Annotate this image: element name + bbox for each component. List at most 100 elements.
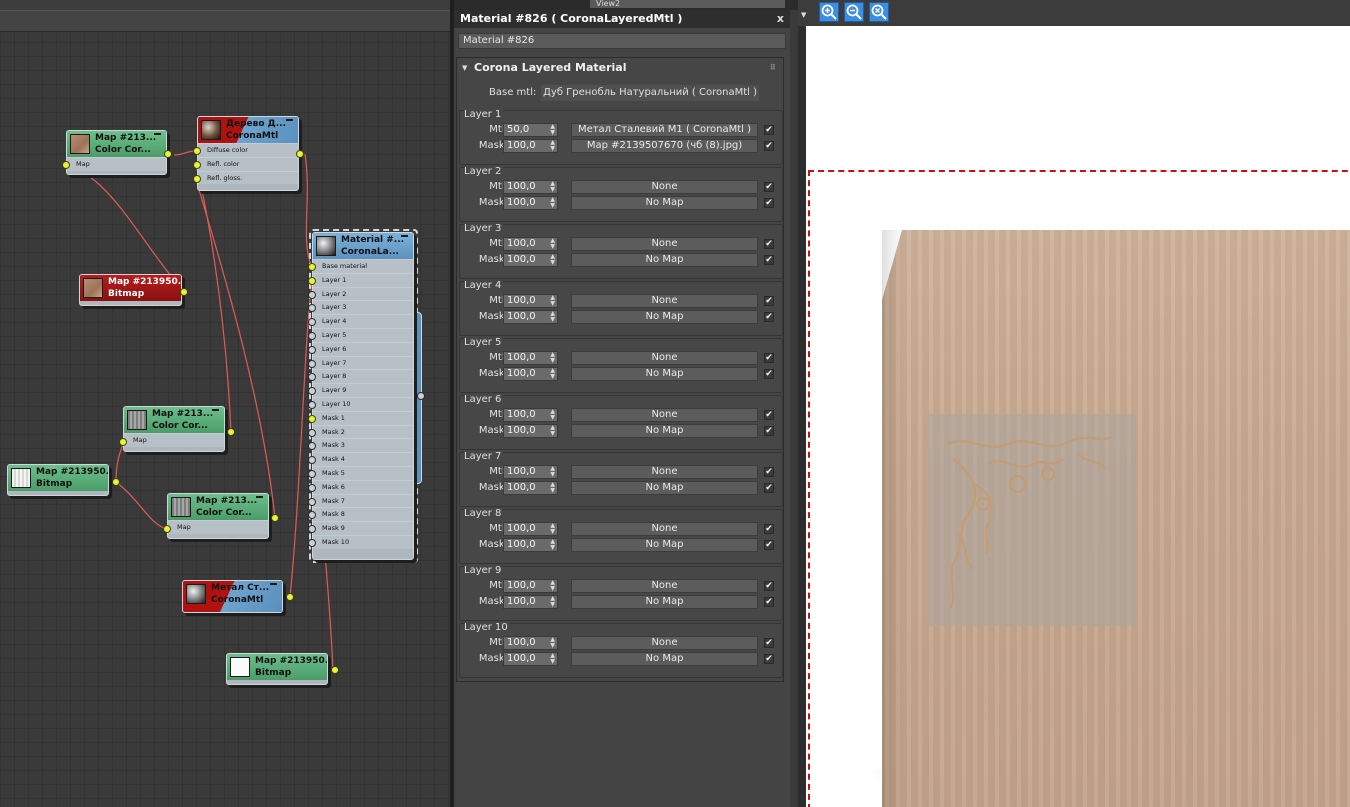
mask-enable-checkbox[interactable]: ✔	[764, 654, 774, 664]
view-tab[interactable]: View2	[590, 0, 785, 8]
base-mtl-button[interactable]: Дерево Дуб Гренобль Натуральний ( Corona…	[541, 85, 759, 101]
spinner-arrows-icon[interactable]: ▲ ▼	[550, 368, 555, 380]
layer-mtl-button[interactable]: None	[571, 408, 758, 422]
layer-mask-button[interactable]: No Map	[571, 424, 758, 438]
slot-mask-9[interactable]: Mask 9	[313, 521, 413, 535]
output-socket[interactable]	[164, 150, 172, 158]
spinner-arrows-icon[interactable]: ▲ ▼	[550, 580, 555, 592]
layer-enable-checkbox[interactable]: ✔	[764, 239, 774, 249]
minimize-icon[interactable]	[270, 583, 277, 585]
input-socket-layer-6[interactable]	[308, 345, 316, 354]
layer-mtl-button[interactable]: None	[571, 351, 758, 365]
spinner-arrows-icon[interactable]: ▲ ▼	[550, 539, 555, 551]
output-socket[interactable]	[112, 478, 120, 486]
node-color-correction-2[interactable]: Map #213... Color Cor... Map	[119, 406, 235, 455]
minimize-icon[interactable]	[401, 235, 408, 237]
input-socket-mask-2[interactable]	[308, 428, 316, 437]
output-socket[interactable]	[271, 514, 279, 522]
minimize-icon[interactable]	[154, 133, 161, 135]
layer-mtl-button[interactable]: None	[571, 465, 758, 479]
layer-amount-spinner[interactable]: 100,0 ▲ ▼	[503, 465, 558, 479]
layer-enable-checkbox[interactable]: ✔	[764, 410, 774, 420]
slot-layer-5[interactable]: Layer 5	[313, 327, 413, 342]
node-header[interactable]: Дерево Д... CoronaMtl	[198, 117, 298, 143]
layer-amount-spinner[interactable]: 100,0 ▲ ▼	[503, 579, 558, 593]
mask-enable-checkbox[interactable]: ✔	[764, 312, 774, 322]
layer-mtl-button[interactable]: None	[571, 180, 758, 194]
mask-enable-checkbox[interactable]: ✔	[764, 255, 774, 265]
node-header[interactable]: Map #213950... Bitmap	[80, 275, 181, 301]
layer-enable-checkbox[interactable]: ✔	[764, 182, 774, 192]
node-header[interactable]: Map #213... Color Cor...	[67, 131, 166, 157]
slot-layer-10[interactable]: Layer 10	[313, 396, 413, 411]
spinner-arrows-icon[interactable]: ▲ ▼	[550, 409, 555, 421]
minimize-icon[interactable]	[256, 496, 263, 498]
layer-mtl-button[interactable]: Метал Сталевий М1 ( CoronaMtl )	[571, 123, 758, 137]
node-wood-material[interactable]: Дерево Д... CoronaMtl Diffuse color Refl…	[193, 116, 304, 194]
node-color-correction-1[interactable]: Map #213... Color Cor... Map	[62, 130, 172, 178]
node-header[interactable]: Map #213... Color Cor...	[168, 494, 268, 520]
layer-mtl-button[interactable]: None	[571, 294, 758, 308]
slot-layer-1[interactable]: Layer 1	[313, 272, 413, 287]
slot-mask-4[interactable]: Mask 4	[313, 452, 413, 466]
layer-mask-button[interactable]: No Map	[571, 481, 758, 495]
mask-enable-checkbox[interactable]: ✔	[764, 540, 774, 550]
input-socket-map[interactable]	[119, 438, 127, 446]
mask-amount-spinner[interactable]: 100,0 ▲ ▼	[503, 424, 558, 438]
layer-enable-checkbox[interactable]: ✔	[764, 581, 774, 591]
material-name-field[interactable]: Material #826	[458, 33, 786, 49]
layer-enable-checkbox[interactable]: ✔	[764, 353, 774, 363]
output-socket[interactable]	[296, 150, 304, 158]
layer-mask-button[interactable]: No Map	[571, 310, 758, 324]
spinner-arrows-icon[interactable]: ▲ ▼	[550, 352, 555, 364]
mask-amount-spinner[interactable]: 100,0 ▲ ▼	[503, 253, 558, 267]
slot-layer-7[interactable]: Layer 7	[313, 355, 413, 370]
input-socket-map[interactable]	[62, 161, 70, 169]
mask-enable-checkbox[interactable]: ✔	[764, 483, 774, 493]
spinner-arrows-icon[interactable]: ▲ ▼	[550, 466, 555, 478]
input-socket-map[interactable]	[163, 525, 171, 533]
slot-mask-3[interactable]: Mask 3	[313, 438, 413, 453]
layer-mask-button[interactable]: Map #2139507670 (чб (8).jpg)	[571, 139, 758, 153]
mask-amount-spinner[interactable]: 100,0 ▲ ▼	[503, 196, 558, 210]
close-icon[interactable]: x	[777, 10, 784, 28]
layer-mask-button[interactable]: No Map	[571, 595, 758, 609]
slot-layer-2[interactable]: Layer 2	[313, 286, 413, 301]
spinner-arrows-icon[interactable]: ▲ ▼	[550, 311, 555, 323]
output-socket[interactable]	[331, 666, 339, 674]
mask-enable-checkbox[interactable]: ✔	[764, 597, 774, 607]
slot-map[interactable]: Map	[168, 520, 268, 534]
collapse-arrow-icon[interactable]: ▼	[462, 58, 467, 78]
chevron-down-icon[interactable]: ▼	[801, 8, 811, 22]
layer-mask-button[interactable]: No Map	[571, 538, 758, 552]
zoom-in-icon[interactable]	[819, 2, 839, 22]
slot-diffuse[interactable]: Diffuse color	[198, 143, 298, 157]
spinner-arrows-icon[interactable]: ▲ ▼	[550, 181, 555, 193]
slot-refl-color[interactable]: Refl. color	[198, 156, 298, 171]
layer-enable-checkbox[interactable]: ✔	[764, 125, 774, 135]
output-socket[interactable]	[417, 392, 425, 400]
spinner-arrows-icon[interactable]: ▲ ▼	[550, 653, 555, 665]
slot-refl-gloss[interactable]: Refl. gloss.	[198, 170, 298, 185]
node-layered-material[interactable]: Material #... CoronaLa... Base material L…	[308, 232, 425, 563]
mask-enable-checkbox[interactable]: ✔	[764, 426, 774, 436]
layer-mtl-button[interactable]: None	[571, 636, 758, 650]
slot-layer-8[interactable]: Layer 8	[313, 369, 413, 384]
slate-node-view[interactable]: Map #213... Color Cor... Map Дерево Д...…	[0, 0, 450, 807]
input-socket-mask-10[interactable]	[308, 539, 316, 547]
mask-amount-spinner[interactable]: 100,0 ▲ ▼	[503, 538, 558, 552]
layer-amount-spinner[interactable]: 100,0 ▲ ▼	[503, 636, 558, 650]
node-header[interactable]: Map #213950... Bitmap	[8, 465, 108, 491]
editor-titlebar[interactable]: Material #826 ( CoronaLayeredMtl ) x	[454, 10, 790, 28]
spinner-arrows-icon[interactable]: ▲ ▼	[550, 637, 555, 649]
input-socket-layer-1[interactable]	[308, 276, 316, 285]
layer-enable-checkbox[interactable]: ✔	[764, 638, 774, 648]
node-header[interactable]: Метал Ст... CoronaMtl	[183, 581, 282, 612]
layer-enable-checkbox[interactable]: ✔	[764, 467, 774, 477]
layer-mask-button[interactable]: No Map	[571, 652, 758, 666]
spinner-arrows-icon[interactable]: ▲ ▼	[550, 596, 555, 608]
zoom-out-icon[interactable]	[844, 2, 864, 22]
mask-amount-spinner[interactable]: 100,0 ▲ ▼	[503, 595, 558, 609]
layer-mask-button[interactable]: No Map	[571, 367, 758, 381]
slot-base-material[interactable]: Base material	[313, 259, 413, 273]
